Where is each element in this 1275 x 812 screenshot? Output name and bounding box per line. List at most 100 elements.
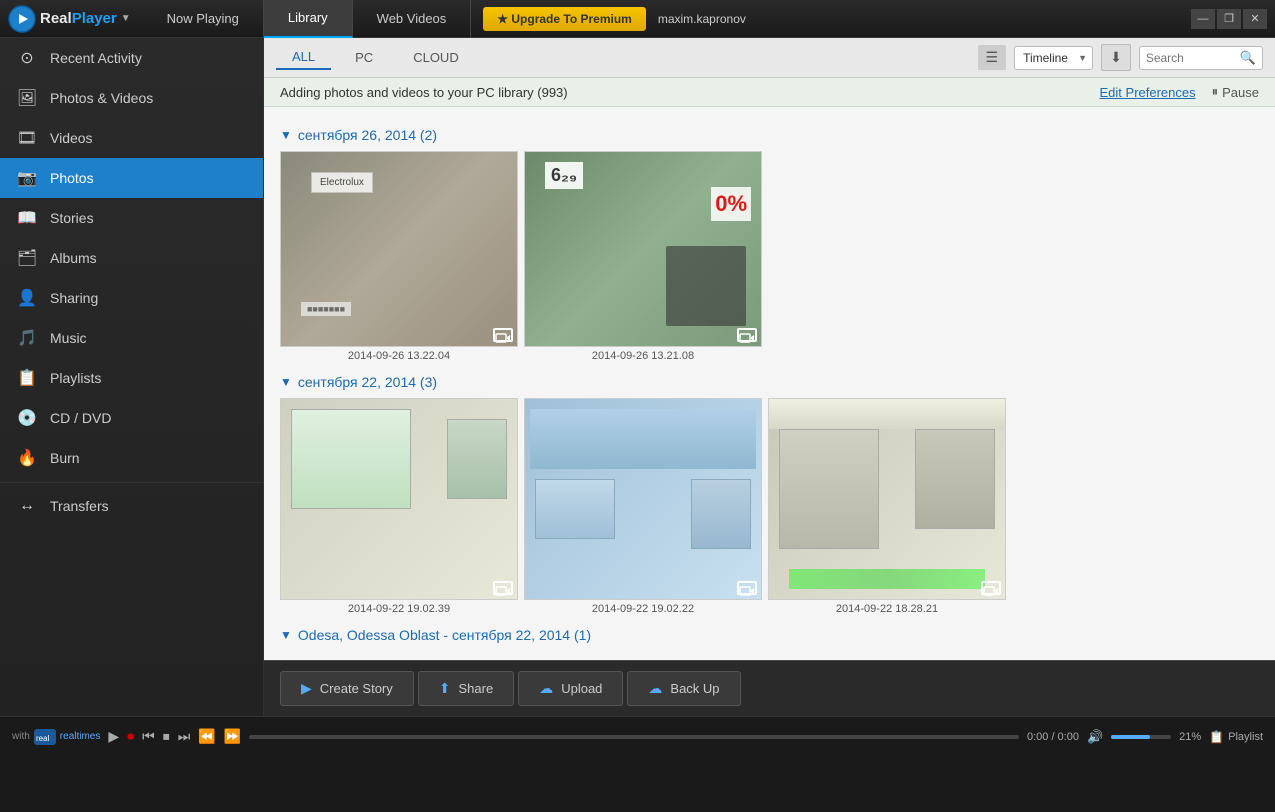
section-arrow-odesa: ▼ <box>280 628 292 642</box>
photo-video-icon-1 <box>493 328 513 342</box>
pause-button[interactable]: ⏸ Pause <box>1212 84 1259 100</box>
timeline-select[interactable]: Timeline Date Name Size <box>1014 46 1093 70</box>
close-button[interactable]: ✕ <box>1243 9 1267 29</box>
titlebar: RealPlayer ▼ Now Playing Library Web Vid… <box>0 0 1275 38</box>
sidebar-item-cd-dvd[interactable]: 💿 CD / DVD <box>0 398 263 438</box>
main-layout: ⊙ Recent Activity 🖼 Photos & Videos 🎞 Vi… <box>0 38 1275 716</box>
sidebar-item-label: Recent Activity <box>50 50 142 66</box>
progress-bar[interactable] <box>249 735 1019 739</box>
pause-label: Pause <box>1222 85 1259 100</box>
photo-thumb-1: Electrolux ■■■■■■■ <box>280 151 518 347</box>
section-header-sep26[interactable]: ▼ сентября 26, 2014 (2) <box>280 123 1259 147</box>
sidebar-item-sharing[interactable]: 👤 Sharing <box>0 278 263 318</box>
sidebar: ⊙ Recent Activity 🖼 Photos & Videos 🎞 Vi… <box>0 38 264 716</box>
window-controls: — ❐ ✕ <box>1191 9 1267 29</box>
play-button[interactable]: ▶ <box>108 728 119 745</box>
minimize-button[interactable]: — <box>1191 9 1215 29</box>
sidebar-item-label: Music <box>50 330 87 346</box>
section-header-sep22[interactable]: ▼ сентября 22, 2014 (3) <box>280 370 1259 394</box>
time-display: 0:00 / 0:00 <box>1027 731 1079 743</box>
sidebar-item-burn[interactable]: 🔥 Burn <box>0 438 263 478</box>
sidebar-item-music[interactable]: 🎵 Music <box>0 318 263 358</box>
infobar: Adding photos and videos to your PC libr… <box>264 78 1275 107</box>
search-icon-button[interactable]: 🔍 <box>1240 50 1256 66</box>
edit-preferences-link[interactable]: Edit Preferences <box>1100 85 1196 100</box>
photo-label-3: 2014-09-22 19.02.39 <box>348 603 450 615</box>
backup-button[interactable]: ☁ Back Up <box>627 671 740 706</box>
photo-label-4: 2014-09-22 19.02.22 <box>592 603 694 615</box>
photo-thumb-5 <box>768 398 1006 600</box>
tab-library[interactable]: Library <box>264 0 353 38</box>
download-button[interactable]: ⬇ <box>1101 44 1131 71</box>
music-icon: 🎵 <box>16 328 38 348</box>
logo[interactable]: RealPlayer ▼ <box>8 5 131 33</box>
content-area: ALL PC CLOUD ☰ Timeline Date Name Size ⬇… <box>264 38 1275 716</box>
photo-item-1[interactable]: Electrolux ■■■■■■■ 2014-09-26 13.22.04 <box>280 151 518 362</box>
upgrade-button[interactable]: Upgrade To Premium <box>483 7 646 31</box>
photo-video-icon-4 <box>737 581 757 595</box>
menu-icon-button[interactable]: ☰ <box>978 45 1007 70</box>
playlist-icon: 📋 <box>1209 730 1224 744</box>
sidebar-item-playlists[interactable]: 📋 Playlists <box>0 358 263 398</box>
backup-label: Back Up <box>670 681 719 696</box>
restore-button[interactable]: ❐ <box>1217 9 1241 29</box>
photo-grid-sep26: Electrolux ■■■■■■■ 2014-09-26 13.22.04 6… <box>280 151 1259 362</box>
forward-button[interactable]: ⏩ <box>224 728 241 745</box>
next-button[interactable]: ⏭ <box>178 728 191 745</box>
tab-all-button[interactable]: ALL <box>276 45 331 70</box>
sidebar-item-label: Videos <box>50 130 93 146</box>
username-label: maxim.kapronov <box>658 12 1191 26</box>
search-input[interactable] <box>1146 51 1236 65</box>
videos-icon: 🎞 <box>16 128 38 148</box>
share-button[interactable]: ⬆ Share <box>418 671 514 706</box>
tab-web-videos[interactable]: Web Videos <box>353 0 472 38</box>
sidebar-item-label: Burn <box>50 450 80 466</box>
photo-label-5: 2014-09-22 18.28.21 <box>836 603 938 615</box>
section-header-odesa[interactable]: ▼ Odesa, Odessa Oblast - сентября 22, 20… <box>280 623 1259 647</box>
stop-button[interactable]: ⏹ <box>163 728 170 745</box>
sidebar-item-photos[interactable]: 📷 Photos <box>0 158 263 198</box>
volume-bar[interactable] <box>1111 735 1171 739</box>
logo-dropdown-icon[interactable]: ▼ <box>121 13 131 24</box>
tab-cloud-button[interactable]: CLOUD <box>397 46 475 69</box>
create-story-button[interactable]: ▶ Create Story <box>280 671 414 706</box>
playlist-button[interactable]: 📋 Playlist <box>1209 730 1263 744</box>
photo-item-2[interactable]: 6₂₉ 0% 2014-09-26 13.21.08 <box>524 151 762 362</box>
photos-videos-icon: 🖼 <box>16 88 38 108</box>
tab-now-playing[interactable]: Now Playing <box>143 0 264 38</box>
sidebar-item-videos[interactable]: 🎞 Videos <box>0 118 263 158</box>
photo-label-1: 2014-09-26 13.22.04 <box>348 350 450 362</box>
record-button[interactable]: ⏺ <box>127 728 134 745</box>
photo-content: ▼ сентября 26, 2014 (2) Electrolux ■■■■■… <box>264 107 1275 660</box>
share-label: Share <box>459 681 494 696</box>
photos-icon: 📷 <box>16 168 38 188</box>
volume-percent: 21% <box>1179 731 1201 743</box>
sidebar-divider <box>0 482 263 483</box>
pause-icon: ⏸ <box>1212 84 1219 100</box>
volume-icon: 🔊 <box>1087 729 1103 745</box>
rewind-button[interactable]: ⏪ <box>198 728 215 745</box>
realtimes-logo: with real realtimes <box>12 729 100 745</box>
section-title-sep26: сентября 26, 2014 (2) <box>298 127 437 143</box>
realtimes-brand-icon: real <box>34 729 56 745</box>
photo-video-icon-2 <box>737 328 757 342</box>
sidebar-item-recent-activity[interactable]: ⊙ Recent Activity <box>0 38 263 78</box>
photo-item-5[interactable]: 2014-09-22 18.28.21 <box>768 398 1006 615</box>
share-icon: ⬆ <box>439 680 451 697</box>
sidebar-item-label: Photos <box>50 170 94 186</box>
sidebar-item-photos-videos[interactable]: 🖼 Photos & Videos <box>0 78 263 118</box>
photo-item-3[interactable]: 2014-09-22 19.02.39 <box>280 398 518 615</box>
recent-activity-icon: ⊙ <box>16 48 38 68</box>
realtimes-text: realtimes <box>60 731 101 742</box>
photo-item-4[interactable]: 2014-09-22 19.02.22 <box>524 398 762 615</box>
upload-button[interactable]: ☁ Upload <box>518 671 623 706</box>
section-arrow-sep26: ▼ <box>280 128 292 142</box>
stories-icon: 📖 <box>16 208 38 228</box>
infobar-text: Adding photos and videos to your PC libr… <box>280 85 568 100</box>
sidebar-item-albums[interactable]: 🗂 Albums <box>0 238 263 278</box>
sidebar-item-transfers[interactable]: ↔ Transfers <box>0 487 263 525</box>
tab-pc-button[interactable]: PC <box>339 46 389 69</box>
prev-button[interactable]: ⏮ <box>142 728 155 745</box>
sidebar-item-stories[interactable]: 📖 Stories <box>0 198 263 238</box>
sidebar-item-label: Playlists <box>50 370 101 386</box>
